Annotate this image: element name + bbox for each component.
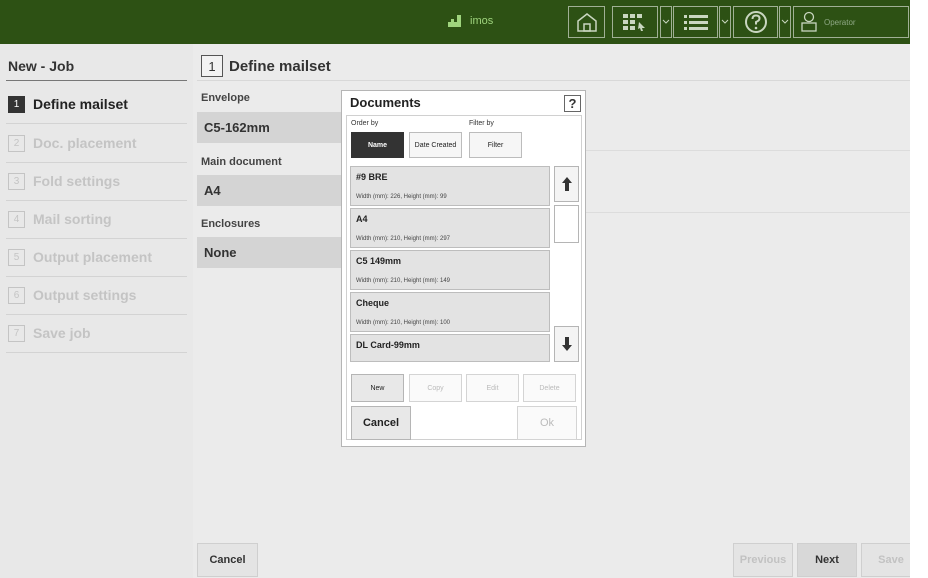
filter-by-label: Filter by: [469, 120, 494, 127]
chevron-down-icon: [781, 19, 789, 24]
help-dropdown[interactable]: [779, 6, 791, 38]
home-button[interactable]: [568, 6, 605, 38]
page-title: Define mailset: [229, 57, 331, 75]
document-name: #9 BRE: [356, 172, 388, 182]
document-dimensions: Width (mm): 210, Height (mm): 297: [356, 236, 451, 242]
step-mail-sorting[interactable]: 4 Mail sorting: [6, 200, 187, 239]
chevron-down-icon: [662, 19, 670, 24]
document-dimensions: Width (mm): 210, Height (mm): 149: [356, 278, 451, 284]
cancel-button[interactable]: Cancel: [197, 543, 258, 577]
envelope-field[interactable]: C5-162mm: [197, 112, 342, 143]
user-name: Operator: [824, 17, 856, 27]
grid-view-button[interactable]: [612, 6, 658, 38]
step-define-mailset[interactable]: 1 Define mailset: [6, 85, 187, 124]
step-number: 4: [8, 210, 25, 228]
scroll-down-button[interactable]: [554, 326, 579, 362]
step-label: Doc. placement: [33, 135, 137, 151]
document-item[interactable]: Cheque Width (mm): 210, Height (mm): 100: [350, 292, 550, 332]
divider: [197, 80, 910, 81]
step-doc-placement[interactable]: 2 Doc. placement: [6, 124, 187, 163]
main-document-label: Main document: [201, 156, 282, 168]
brand: imos: [448, 14, 493, 28]
step-number: 2: [8, 134, 25, 152]
copy-button[interactable]: Copy: [409, 374, 462, 402]
list-dropdown[interactable]: [719, 6, 731, 38]
step-fold-settings[interactable]: 3 Fold settings: [6, 162, 187, 201]
step-label: Fold settings: [33, 173, 121, 189]
help-button[interactable]: ?: [564, 95, 581, 112]
step-number: 5: [8, 248, 25, 266]
document-dimensions: Width (mm): 210, Height (mm): 100: [356, 320, 451, 326]
logo-icon: [448, 15, 461, 27]
dialog-title: Documents: [350, 95, 421, 110]
brand-name: imos: [470, 15, 494, 27]
chevron-down-icon: [721, 19, 729, 24]
previous-button[interactable]: Previous: [733, 543, 793, 577]
sort-date-button[interactable]: Date Created: [409, 132, 462, 158]
delete-button[interactable]: Delete: [523, 374, 576, 402]
envelope-label: Envelope: [201, 92, 250, 104]
scroll-up-button[interactable]: [554, 166, 579, 202]
grid-dropdown[interactable]: [660, 6, 672, 38]
document-dimensions: Width (mm): 226, Height (mm): 99: [356, 194, 447, 200]
sort-name-button[interactable]: Name: [351, 132, 404, 158]
divider: [6, 80, 187, 81]
list-view-button[interactable]: [673, 6, 718, 38]
order-by-label: Order by: [351, 120, 379, 127]
enclosures-label: Enclosures: [201, 218, 261, 230]
step-label: Define mailset: [33, 96, 128, 112]
document-name: Cheque: [356, 298, 390, 308]
step-label: Save job: [33, 325, 91, 341]
edit-button[interactable]: Edit: [466, 374, 519, 402]
step-number: 7: [8, 324, 25, 342]
divider: [586, 212, 910, 213]
step-number-badge: 1: [201, 55, 223, 77]
enclosures-field[interactable]: None: [197, 237, 342, 268]
dialog-cancel-button[interactable]: Cancel: [351, 406, 411, 440]
step-label: Output placement: [33, 249, 153, 265]
right-edge: [910, 0, 928, 578]
document-item[interactable]: A4 Width (mm): 210, Height (mm): 297: [350, 208, 550, 248]
step-number: 1: [8, 95, 25, 113]
list-icon: [683, 15, 708, 30]
ok-button[interactable]: Ok: [517, 406, 577, 440]
document-item[interactable]: C5 149mm Width (mm): 210, Height (mm): 1…: [350, 250, 550, 290]
main-document-field[interactable]: A4: [197, 175, 342, 206]
step-label: Output settings: [33, 287, 137, 303]
document-name: A4: [356, 214, 368, 224]
sidebar-title: New - Job: [8, 58, 75, 74]
divider: [586, 150, 910, 151]
document-name: DL Card-99mm: [356, 340, 420, 350]
step-number: 6: [8, 286, 25, 304]
document-item[interactable]: DL Card-99mm: [350, 334, 550, 362]
page-header: 1 Define mailset: [201, 55, 331, 77]
step-output-placement[interactable]: 5 Output placement: [6, 238, 187, 277]
user-menu-button[interactable]: Operator: [793, 6, 909, 38]
next-button[interactable]: Next: [797, 543, 857, 577]
top-bar-overlay: imos Operator: [0, 0, 910, 44]
step-save-job[interactable]: 7 Save job: [6, 314, 187, 353]
grid-icon: [623, 14, 645, 31]
arrow-down-icon: [561, 337, 572, 351]
document-item[interactable]: #9 BRE Width (mm): 226, Height (mm): 99: [350, 166, 550, 206]
step-number: 3: [8, 172, 25, 190]
scrollbar-thumb[interactable]: [554, 205, 579, 243]
user-icon: [801, 11, 817, 32]
arrow-up-icon: [561, 177, 572, 191]
help-icon: [744, 11, 767, 33]
help-button[interactable]: [733, 6, 778, 38]
new-button[interactable]: New: [351, 374, 404, 402]
step-output-settings[interactable]: 6 Output settings: [6, 276, 187, 315]
step-label: Mail sorting: [33, 211, 112, 227]
documents-dialog: Documents ? Order by Filter by Name Date…: [341, 90, 586, 447]
document-name: C5 149mm: [356, 256, 402, 266]
home-icon: [576, 13, 597, 32]
filter-button[interactable]: Filter: [469, 132, 522, 158]
